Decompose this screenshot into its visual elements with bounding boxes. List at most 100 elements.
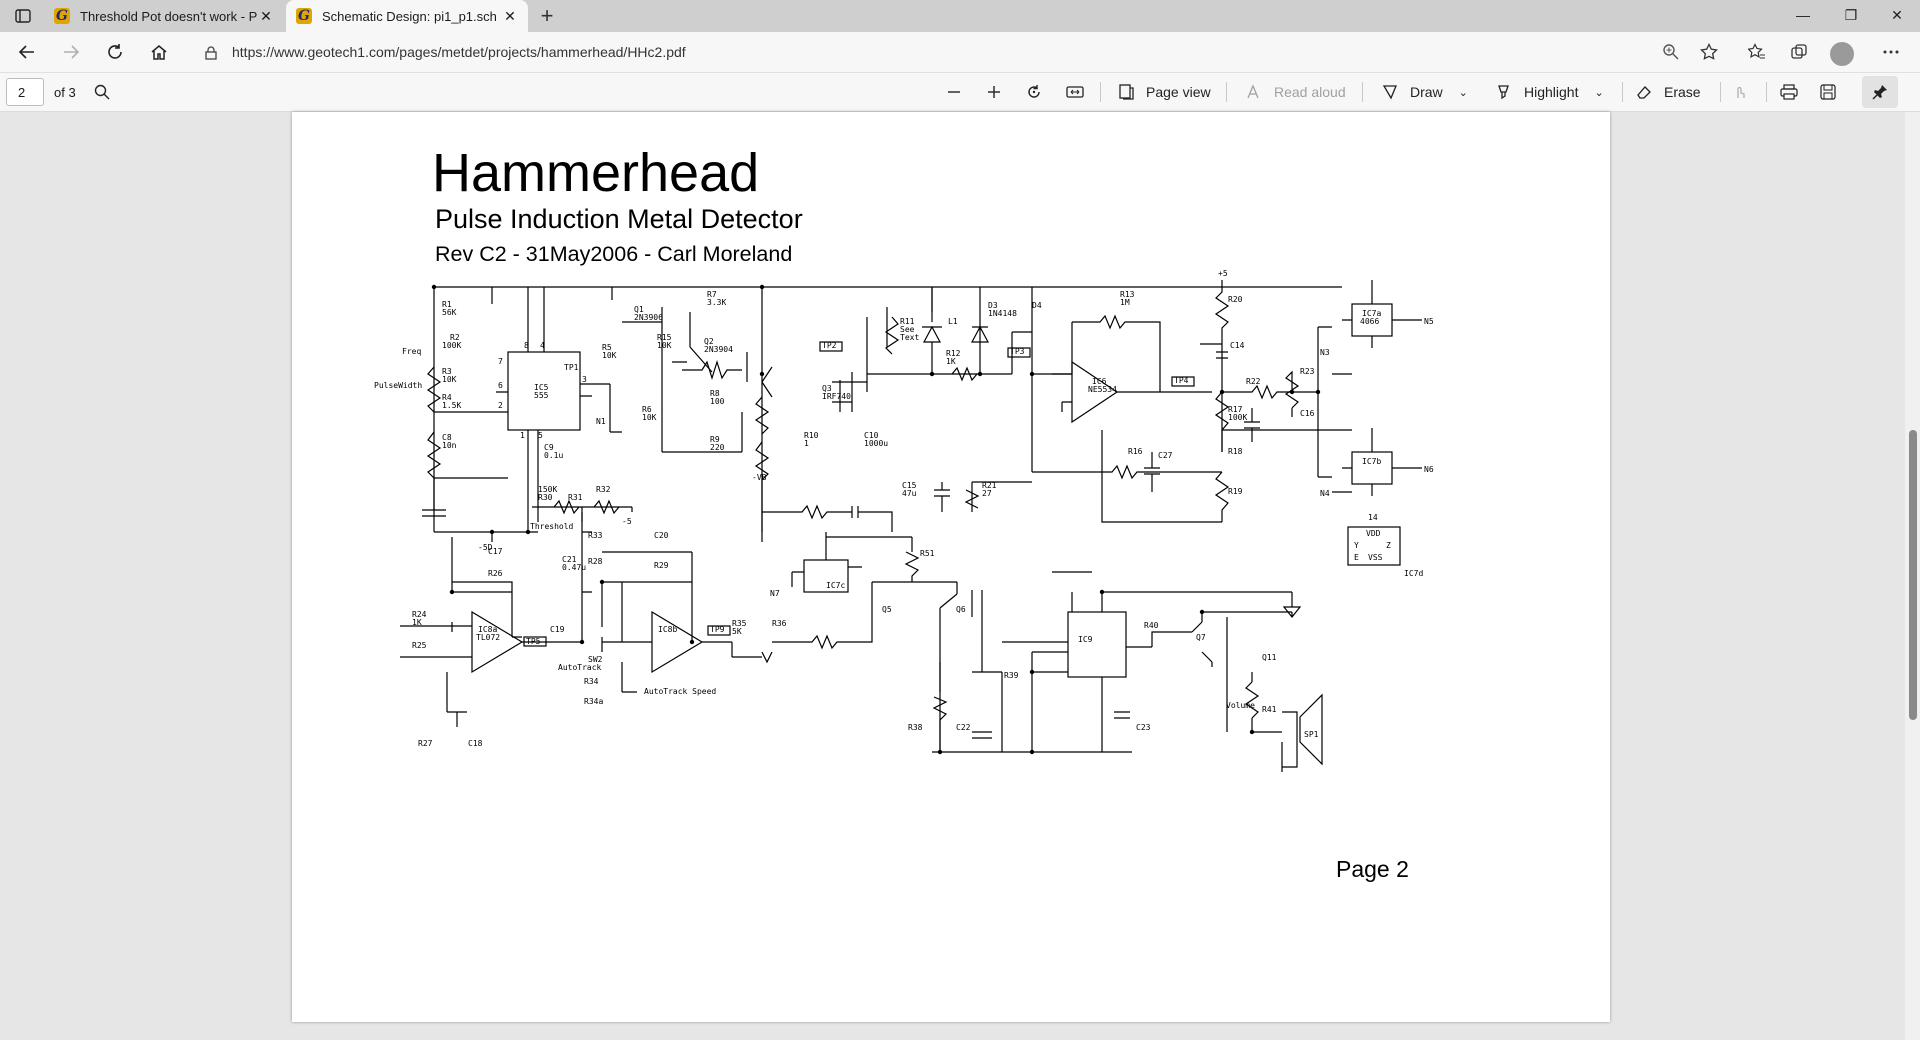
- back-arrow-icon: [18, 45, 34, 59]
- schematic-label: R22: [1246, 377, 1261, 386]
- refresh-icon: [108, 44, 122, 59]
- pin-toolbar-icon[interactable]: [1862, 76, 1898, 108]
- schematic-label: -5: [622, 517, 632, 526]
- schematic-label: NE5534: [1088, 385, 1117, 394]
- schematic-label: C27: [1158, 451, 1173, 460]
- tab-actions-icon[interactable]: [14, 7, 32, 25]
- schematic-label: 1: [520, 431, 525, 440]
- zoom-out-icon[interactable]: [946, 79, 962, 105]
- fit-page-icon[interactable]: [1066, 79, 1084, 105]
- schematic-label: N4: [1320, 489, 1330, 498]
- pdf-viewer[interactable]: Hammerhead Pulse Induction Metal Detecto…: [0, 112, 1905, 1040]
- close-icon[interactable]: ✕: [258, 8, 274, 25]
- favorites-icon[interactable]: [1742, 38, 1772, 66]
- schematic-label: 1K: [412, 618, 422, 627]
- schematic-label: R27: [418, 739, 433, 748]
- schematic-label: IC7b: [1362, 457, 1381, 466]
- schematic-label: 1M: [1120, 298, 1130, 307]
- schematic-label: C16: [1300, 409, 1315, 418]
- schematic-label: AutoTrack Speed: [644, 687, 716, 696]
- page-number-input[interactable]: 2: [6, 78, 44, 106]
- schematic-label: 47u: [902, 489, 917, 498]
- separator: [1622, 82, 1623, 102]
- erase-button[interactable]: Erase: [1636, 79, 1701, 105]
- schematic-label: Q6: [956, 605, 966, 614]
- vertical-scrollbar[interactable]: [1905, 112, 1920, 1040]
- chevron-down-icon[interactable]: ⌄: [1459, 86, 1468, 99]
- schematic-label: 2N3904: [704, 345, 733, 354]
- more-options-icon[interactable]: [1876, 38, 1906, 66]
- read-aloud-icon: [1247, 84, 1259, 99]
- schematic-label: C19: [550, 625, 565, 634]
- highlight-button[interactable]: Highlight ⌄: [1496, 79, 1604, 105]
- schematic-label: N1: [596, 417, 606, 426]
- tab-threshold-pot[interactable]: G Threshold Pot doesn't work - Pa ✕: [44, 0, 284, 32]
- add-favorite-icon[interactable]: [1694, 38, 1724, 66]
- schematic-label: IRF740: [822, 392, 851, 401]
- schematic-label: E: [1354, 553, 1359, 562]
- schematic-label: 2: [498, 401, 503, 410]
- tab-strip: G Threshold Pot doesn't work - Pa ✕ G Sc…: [0, 0, 1920, 32]
- schematic-label: R20: [1228, 295, 1243, 304]
- schematic-label: 220: [710, 443, 725, 452]
- eraser-icon: [1637, 86, 1651, 99]
- print-icon[interactable]: [1780, 79, 1798, 105]
- schematic-label: R41: [1262, 705, 1277, 714]
- schematic-label: IC7c: [826, 581, 845, 590]
- minimize-icon[interactable]: —: [1780, 0, 1826, 32]
- junction-dots: [431, 284, 1321, 755]
- separator: [1720, 82, 1721, 102]
- schematic-label: 10K: [642, 413, 657, 422]
- page-view-label: Page view: [1146, 84, 1211, 100]
- schematic-label: AutoTrack: [558, 663, 602, 672]
- home-icon: [151, 45, 167, 60]
- back-button[interactable]: [12, 38, 42, 66]
- schematic-label: R51: [920, 549, 935, 558]
- schematic-label: 4066: [1360, 317, 1379, 326]
- close-icon[interactable]: ✕: [502, 8, 518, 25]
- schematic-label: 1000u: [864, 439, 888, 448]
- rotate-icon[interactable]: [1026, 79, 1042, 105]
- profile-avatar-icon[interactable]: [1830, 42, 1854, 66]
- schematic-label: TP4: [1174, 376, 1189, 385]
- page-view-button[interactable]: Page view: [1118, 79, 1211, 105]
- close-window-icon[interactable]: ✕: [1874, 0, 1920, 32]
- draw-button[interactable]: Draw ⌄: [1382, 79, 1468, 105]
- scrollbar-thumb[interactable]: [1909, 430, 1917, 720]
- refresh-button[interactable]: [100, 38, 130, 66]
- schematic-label: Q7: [1196, 633, 1206, 642]
- read-aloud-button[interactable]: Read aloud: [1246, 79, 1346, 105]
- schematic-label: R29: [654, 561, 669, 570]
- schematic-label: 4: [540, 341, 545, 350]
- page-view-icon: [1119, 84, 1134, 100]
- schematic-label: R40: [1144, 621, 1159, 630]
- schematic-label: Freq: [402, 347, 421, 356]
- search-icon[interactable]: [94, 79, 110, 105]
- schematic-label: 14: [1368, 513, 1378, 522]
- tab-schematic-design[interactable]: G Schematic Design: pi1_p1.sch ✕: [286, 0, 528, 32]
- chevron-down-icon[interactable]: ⌄: [1594, 86, 1603, 99]
- home-button[interactable]: [144, 38, 174, 66]
- page-total: of 3: [54, 85, 76, 100]
- geotech-favicon-icon: G: [296, 8, 312, 24]
- forward-button[interactable]: [56, 38, 86, 66]
- schematic-label: D4: [1032, 301, 1042, 310]
- collections-icon[interactable]: [1784, 38, 1814, 66]
- zoom-icon[interactable]: [1656, 38, 1686, 66]
- schematic-label: 27: [982, 489, 992, 498]
- new-tab-button[interactable]: +: [534, 3, 560, 29]
- erase-label: Erase: [1664, 84, 1701, 100]
- schematic-label: 10K: [657, 341, 672, 350]
- schematic-label: R19: [1228, 487, 1243, 496]
- tab-title: Threshold Pot doesn't work - Pa: [80, 8, 258, 24]
- save-icon[interactable]: [1820, 79, 1836, 105]
- touch-write-icon[interactable]: [1732, 79, 1748, 105]
- schematic-label: -VB: [752, 473, 767, 482]
- read-aloud-label: Read aloud: [1274, 84, 1346, 100]
- restore-icon[interactable]: ❐: [1828, 0, 1874, 32]
- schematic-label: 1: [804, 439, 809, 448]
- zoom-in-icon[interactable]: [986, 79, 1002, 105]
- address-bar[interactable]: https://www.geotech1.com/pages/metdet/pr…: [190, 36, 1712, 68]
- schematic-label: 555: [534, 391, 549, 400]
- schematic-label: N5: [1424, 317, 1434, 326]
